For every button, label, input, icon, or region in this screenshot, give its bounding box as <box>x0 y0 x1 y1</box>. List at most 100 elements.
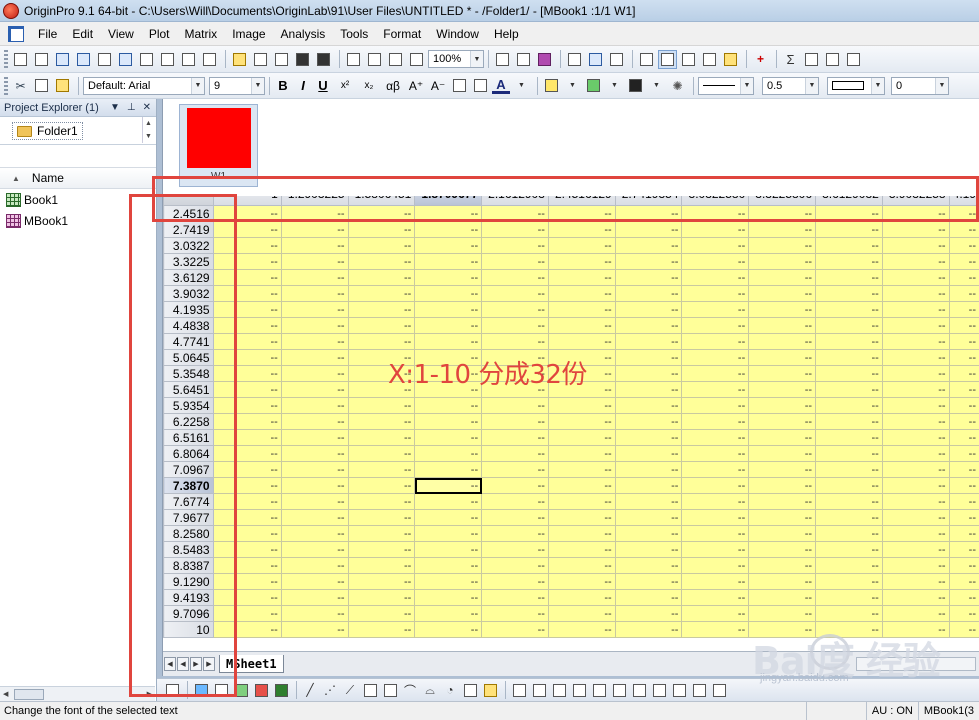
matrix-cell[interactable]: -- <box>481 541 549 558</box>
matrix-cell[interactable]: -- <box>614 621 683 638</box>
matrix-cell[interactable]: -- <box>748 413 817 430</box>
surface-plot-icon[interactable]: ⌓ <box>421 681 439 699</box>
matrix-cell[interactable]: -- <box>280 365 349 382</box>
matrix-cell[interactable]: -- <box>948 237 979 254</box>
matrix-cell[interactable]: -- <box>414 285 483 302</box>
matrix-cell[interactable]: -- <box>347 461 416 478</box>
matrix-cell[interactable]: -- <box>748 397 817 414</box>
line-symbol-plot-icon[interactable]: ⟋ <box>341 681 359 699</box>
matrix-cell[interactable]: -- <box>748 461 817 478</box>
matrix-cell[interactable]: -- <box>280 221 349 238</box>
new-graph-icon[interactable] <box>95 50 114 69</box>
name-column-header[interactable]: ▲ Name <box>0 167 156 189</box>
code-builder-icon[interactable] <box>565 50 584 69</box>
matrix-cell[interactable]: -- <box>414 461 483 478</box>
new-layout-icon[interactable] <box>158 50 177 69</box>
row-header[interactable]: 7.6774 <box>163 493 214 510</box>
matrix-cell[interactable]: -- <box>481 445 549 462</box>
matrix-cell[interactable]: -- <box>280 525 349 542</box>
matrix-cell[interactable]: -- <box>280 477 349 494</box>
matrix-cell[interactable]: -- <box>681 525 750 542</box>
matrix-cell[interactable]: -- <box>748 237 817 254</box>
column-header[interactable]: 1.2903225 <box>280 196 349 206</box>
matrix-cell[interactable]: -- <box>547 429 616 446</box>
plot-heatmap-icon[interactable] <box>272 681 290 699</box>
row-header[interactable]: 9.7096 <box>163 605 214 622</box>
matrix-cell[interactable]: -- <box>212 381 282 398</box>
line-width-combo[interactable]: 0.5 ▼ <box>762 76 819 95</box>
matrix-cell[interactable]: -- <box>347 413 416 430</box>
font-name-combo[interactable]: Default: Arial ▼ <box>83 76 205 95</box>
matrix-cell[interactable]: -- <box>414 429 483 446</box>
pin-icon[interactable]: ⊥ <box>127 102 136 113</box>
matrix-cell[interactable]: -- <box>681 557 750 574</box>
matrix-cell[interactable]: -- <box>280 493 349 510</box>
scrollbar-thumb[interactable] <box>14 688 45 700</box>
grid-corner[interactable] <box>163 196 214 206</box>
matrix-cell[interactable]: -- <box>347 589 416 606</box>
matrix-cell[interactable]: -- <box>748 333 817 350</box>
new-matrix-icon[interactable] <box>116 50 135 69</box>
matrix-cell[interactable]: -- <box>347 333 416 350</box>
fill-color-icon[interactable] <box>542 76 561 95</box>
matrix-cell[interactable]: -- <box>212 413 282 430</box>
matrix-cell[interactable]: -- <box>614 317 683 334</box>
matrix-cell[interactable]: -- <box>815 381 883 398</box>
matrix-cell[interactable]: -- <box>481 461 549 478</box>
active-cell[interactable]: -- <box>414 477 483 494</box>
matrix-cell[interactable]: -- <box>212 397 282 414</box>
matrix-cell[interactable]: -- <box>547 445 616 462</box>
row-header[interactable]: 6.5161 <box>163 429 214 446</box>
script-window-icon[interactable] <box>586 50 605 69</box>
matrix-cell[interactable]: -- <box>881 477 950 494</box>
matrix-cell[interactable]: -- <box>748 541 817 558</box>
matrix-cell[interactable]: -- <box>948 317 979 334</box>
greek-button[interactable]: αβ <box>382 76 404 95</box>
matrix-cell[interactable]: -- <box>748 557 817 574</box>
matrix-cell[interactable]: -- <box>347 317 416 334</box>
matrix-cell[interactable]: -- <box>547 333 616 350</box>
matrix-cell[interactable]: -- <box>815 589 883 606</box>
matrix-cell[interactable]: -- <box>414 509 483 526</box>
matrix-cell[interactable]: -- <box>614 381 683 398</box>
matrix-cell[interactable]: -- <box>815 333 883 350</box>
matrix-cell[interactable]: -- <box>815 525 883 542</box>
import-multiple-ascii-icon[interactable] <box>386 50 405 69</box>
matrix-cell[interactable]: -- <box>414 589 483 606</box>
row-header[interactable]: 6.2258 <box>163 413 214 430</box>
matrix-cell[interactable]: -- <box>614 541 683 558</box>
row-header[interactable]: 6.8064 <box>163 445 214 462</box>
matrix-cell[interactable]: -- <box>212 429 282 446</box>
matrix-cell[interactable]: -- <box>212 621 282 638</box>
column-header[interactable]: 3.3225806 <box>748 196 817 206</box>
matrix-cell[interactable]: -- <box>681 445 750 462</box>
lighting-icon[interactable]: ✺ <box>668 76 687 95</box>
matrix-cell[interactable]: -- <box>414 541 483 558</box>
chevron-down-icon[interactable]: ▼ <box>871 77 884 94</box>
decrease-font-button[interactable]: A⁻ <box>428 76 448 95</box>
row-header[interactable]: 7.9677 <box>163 509 214 526</box>
matrix-cell[interactable]: -- <box>481 493 549 510</box>
matrix-cell[interactable]: -- <box>547 509 616 526</box>
menu-format[interactable]: Format <box>377 22 430 46</box>
matrix-cell[interactable]: -- <box>748 301 817 318</box>
matrix-cell[interactable]: -- <box>481 317 549 334</box>
matrix-cell[interactable]: -- <box>280 621 349 638</box>
matrix-cell[interactable]: -- <box>481 557 549 574</box>
matrix-cell[interactable]: -- <box>948 253 979 270</box>
matrix-cell[interactable]: -- <box>212 301 282 318</box>
matrix-cell[interactable]: -- <box>614 605 683 622</box>
save-template-icon[interactable] <box>314 50 333 69</box>
pattern-color-icon[interactable] <box>584 76 603 95</box>
matrix-cell[interactable]: -- <box>481 589 549 606</box>
matrix-cell[interactable]: -- <box>347 253 416 270</box>
matrix-cell[interactable]: -- <box>280 429 349 446</box>
rescale-icon[interactable] <box>610 681 628 699</box>
screen-reader-icon[interactable] <box>670 681 688 699</box>
matrix-cell[interactable]: -- <box>280 301 349 318</box>
matrix-cell[interactable]: -- <box>815 413 883 430</box>
matrix-cell[interactable]: -- <box>347 621 416 638</box>
matrix-cell[interactable]: -- <box>347 429 416 446</box>
row-header[interactable]: 5.6451 <box>163 381 214 398</box>
matrix-cell[interactable]: -- <box>414 317 483 334</box>
